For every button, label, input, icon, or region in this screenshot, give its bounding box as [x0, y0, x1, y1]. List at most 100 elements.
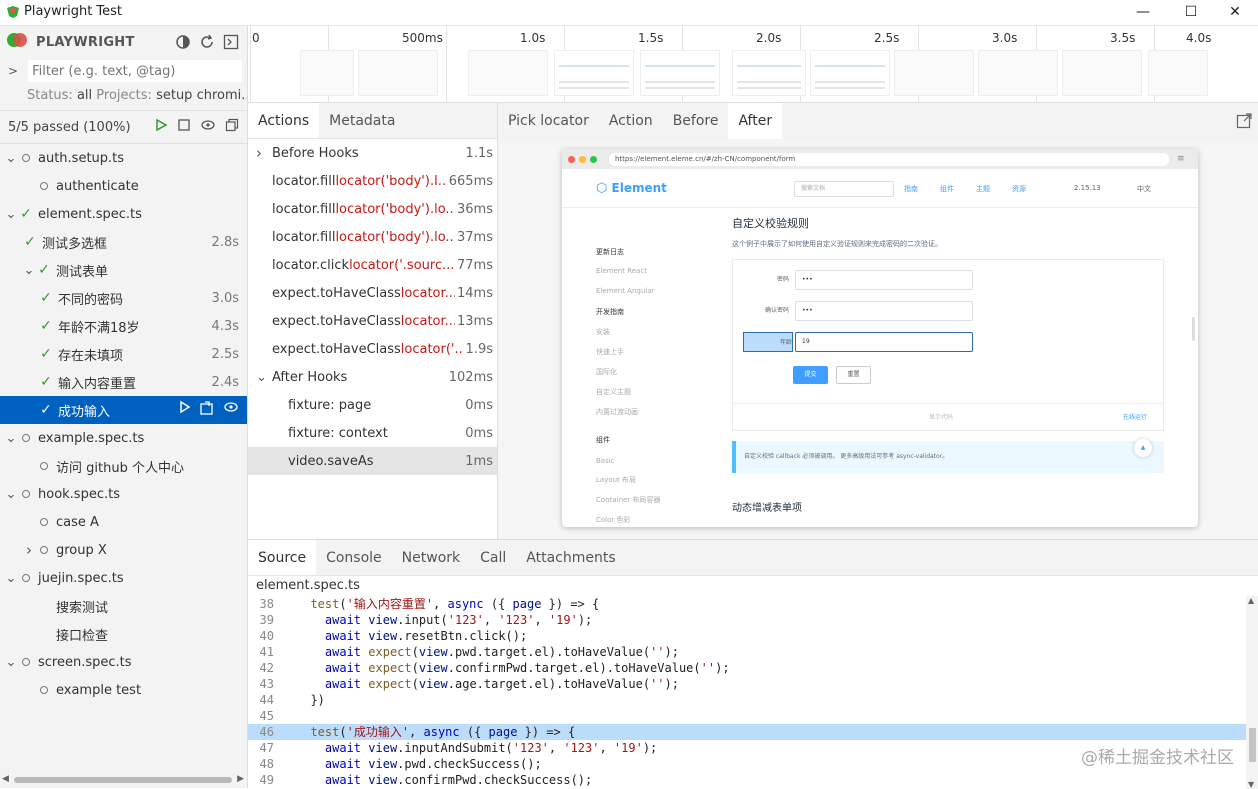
- chevron-down-icon[interactable]: ⌄: [22, 263, 36, 278]
- snapshot-menu-item[interactable]: Color 色彩: [596, 515, 631, 525]
- snapshot-nav-item[interactable]: 资源: [1012, 184, 1026, 194]
- tree-item[interactable]: authenticate: [0, 172, 247, 200]
- filmstrip-frame[interactable]: [1148, 50, 1208, 96]
- tree-item[interactable]: › group X: [0, 536, 247, 564]
- terminal-icon[interactable]: [223, 34, 239, 50]
- tree-item[interactable]: ✓ 不同的密码 3.0s: [0, 284, 247, 312]
- source-scrollbar[interactable]: ▲ ▼: [1246, 596, 1258, 789]
- tab-metadata[interactable]: Metadata: [319, 103, 405, 138]
- tree-item[interactable]: example test: [0, 676, 247, 704]
- snapshot-menu-item[interactable]: 安装: [596, 327, 610, 337]
- action-row[interactable]: › Before Hooks 1.1s: [248, 139, 497, 167]
- filmstrip-frame[interactable]: [554, 50, 634, 96]
- watch-icon[interactable]: [223, 400, 239, 420]
- tree-item[interactable]: ✓ 测试多选框 2.8s: [0, 228, 247, 256]
- close-button[interactable]: ✕: [1212, 0, 1258, 26]
- filmstrip-frame[interactable]: [468, 50, 548, 96]
- tab-console[interactable]: Console: [316, 540, 392, 575]
- filter-input[interactable]: [28, 60, 243, 82]
- reset-button[interactable]: 重置: [836, 366, 871, 384]
- action-row[interactable]: locator.fill locator('body').lo... 36ms: [248, 195, 497, 223]
- action-row[interactable]: video.saveAs 1ms: [248, 447, 497, 475]
- tree-item[interactable]: 搜索测试: [0, 592, 247, 620]
- tree-item[interactable]: ⌄ auth.setup.ts: [0, 144, 247, 172]
- tab-before[interactable]: Before: [663, 103, 729, 139]
- filmstrip-frame[interactable]: [640, 50, 720, 96]
- tree-item[interactable]: case A: [0, 508, 247, 536]
- snapshot-menu-item[interactable]: 快速上手: [596, 347, 624, 357]
- snapshot-menu-item[interactable]: 组件: [596, 435, 610, 445]
- go-to-source-icon[interactable]: [199, 400, 215, 420]
- chevron-down-icon[interactable]: ⌄: [4, 207, 18, 222]
- tree-item[interactable]: 访问 github 个人中心: [0, 452, 247, 480]
- chevron-down-icon[interactable]: ⌄: [4, 655, 18, 670]
- snapshot-menu-item[interactable]: 内置过渡动画: [596, 407, 638, 417]
- tree-item[interactable]: ⌄ ✓ 测试表单: [0, 256, 247, 284]
- tree-item[interactable]: ✓ 年龄不满18岁 4.3s: [0, 312, 247, 340]
- action-row[interactable]: locator.fill locator('body').l... 665ms: [248, 167, 497, 195]
- snapshot-menu-item[interactable]: Element React: [596, 267, 647, 275]
- action-row[interactable]: ⌄ After Hooks 102ms: [248, 363, 497, 391]
- chevron-down-icon[interactable]: ⌄: [256, 370, 272, 385]
- snapshot-menu-item[interactable]: 开发指南: [596, 307, 624, 317]
- chevron-right-icon[interactable]: ›: [22, 541, 36, 559]
- snapshot-nav-item[interactable]: 组件: [940, 184, 954, 194]
- filmstrip-frame[interactable]: [300, 50, 354, 96]
- timeline[interactable]: 0 500ms 1.0s 1.5s 2.0s 2.5s 3.0s 3.5s 4.0s: [248, 26, 1258, 103]
- snapshot-menu-item[interactable]: Layout 布局: [596, 475, 636, 485]
- tab-network[interactable]: Network: [392, 540, 470, 575]
- tab-pick-locator[interactable]: Pick locator: [498, 103, 599, 139]
- snapshot-menu-item[interactable]: Container 布局容器: [596, 495, 660, 505]
- collapse-all-icon[interactable]: [225, 118, 239, 136]
- sidebar-scrollbar[interactable]: ◀ ▶: [0, 774, 246, 786]
- theme-toggle-icon[interactable]: [175, 34, 191, 50]
- filmstrip-frame[interactable]: [732, 50, 806, 96]
- snapshot-menu-item[interactable]: Element Angular: [596, 287, 654, 295]
- tab-action[interactable]: Action: [599, 103, 663, 139]
- action-row[interactable]: expect.toHaveClass locator... 14ms: [248, 279, 497, 307]
- tree-item[interactable]: 接口检查: [0, 620, 247, 648]
- tree-item[interactable]: ⌄ screen.spec.ts: [0, 648, 247, 676]
- status-filter[interactable]: Status: all Projects: setup chromi...: [0, 84, 247, 108]
- tree-item[interactable]: ⌄ example.spec.ts: [0, 424, 247, 452]
- reload-icon[interactable]: [199, 34, 215, 50]
- run-all-icon[interactable]: [154, 118, 168, 136]
- run-icon[interactable]: [179, 400, 191, 420]
- tree-item[interactable]: ⌄ juejin.spec.ts: [0, 564, 247, 592]
- snapshot-menu-item[interactable]: Basic: [596, 457, 615, 465]
- snapshot-menu-item[interactable]: 更新日志: [596, 247, 624, 257]
- action-row[interactable]: locator.fill locator('body').lo... 37ms: [248, 223, 497, 251]
- tab-source[interactable]: Source: [248, 540, 317, 575]
- tree-item[interactable]: ✓ 存在未填项 2.5s: [0, 340, 247, 368]
- action-row[interactable]: locator.click locator('.sourc... 77ms: [248, 251, 497, 279]
- minimize-button[interactable]: —: [1120, 0, 1166, 26]
- snapshot-menu-item[interactable]: 国际化: [596, 367, 617, 377]
- stop-icon[interactable]: [177, 118, 191, 136]
- action-row[interactable]: expect.toHaveClass locator... 13ms: [248, 307, 497, 335]
- chevron-down-icon[interactable]: ⌄: [4, 431, 18, 446]
- action-row[interactable]: expect.toHaveClass locator('... 1.9s: [248, 335, 497, 363]
- chevron-down-icon[interactable]: ⌄: [4, 151, 18, 166]
- snapshot-nav-item[interactable]: 指南: [904, 184, 918, 194]
- watch-all-icon[interactable]: [200, 118, 216, 136]
- chevron-down-icon[interactable]: ⌄: [4, 571, 18, 586]
- chevron-down-icon[interactable]: ⌄: [4, 487, 18, 502]
- action-row[interactable]: fixture: page 0ms: [248, 391, 497, 419]
- show-code[interactable]: 显示代码: [929, 412, 953, 421]
- open-external-icon[interactable]: [1236, 113, 1252, 133]
- run-online[interactable]: 在线运行: [1123, 412, 1147, 421]
- tree-item[interactable]: ✓ 成功输入: [0, 396, 247, 424]
- form-input[interactable]: 19: [795, 332, 973, 352]
- back-to-top-icon[interactable]: ▲: [1134, 439, 1152, 457]
- submit-button[interactable]: 提交: [793, 366, 828, 384]
- form-input[interactable]: •••: [795, 301, 973, 321]
- snapshot-menu-item[interactable]: 自定义主题: [596, 387, 631, 397]
- page-snapshot[interactable]: https://element.eleme.cn/#/zh-CN/compone…: [562, 149, 1198, 527]
- chevron-right-icon[interactable]: ›: [256, 144, 272, 162]
- filmstrip-frame[interactable]: [358, 50, 438, 96]
- tree-item[interactable]: ⌄ ✓ element.spec.ts: [0, 200, 247, 228]
- filmstrip-frame[interactable]: [894, 50, 974, 96]
- tab-call[interactable]: Call: [470, 540, 516, 575]
- filmstrip-frame[interactable]: [1062, 50, 1142, 96]
- filmstrip-frame[interactable]: [978, 50, 1058, 96]
